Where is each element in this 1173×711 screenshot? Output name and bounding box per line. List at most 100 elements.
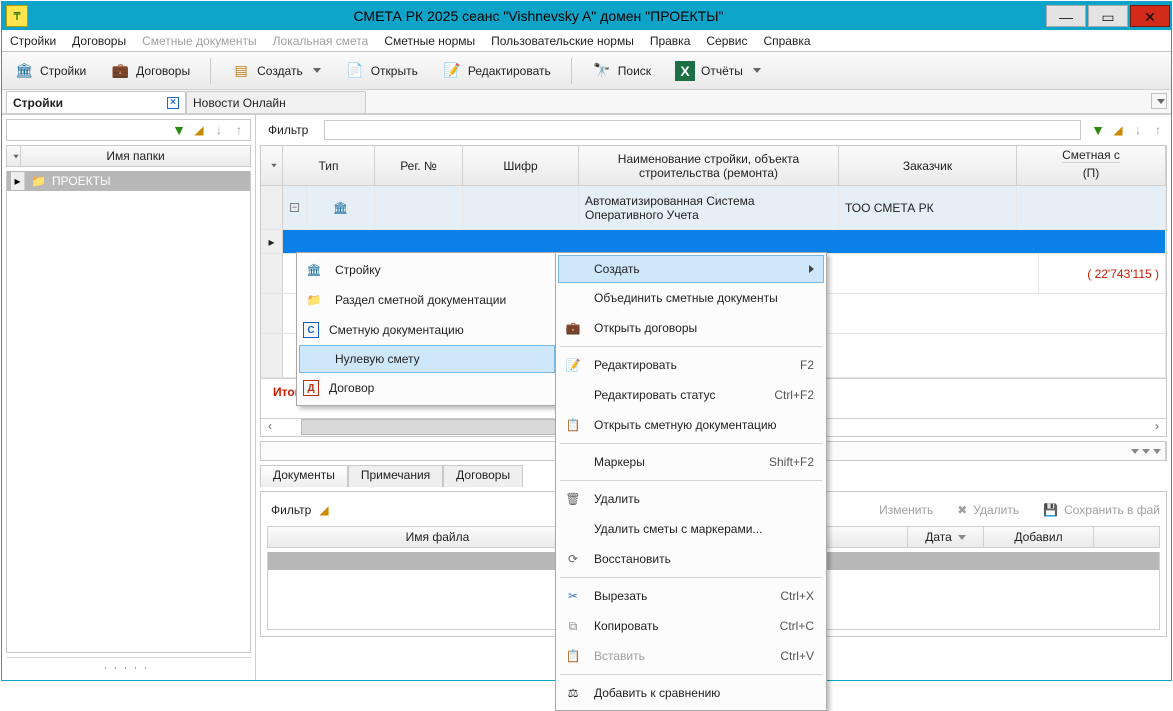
row-selector[interactable] xyxy=(7,146,21,166)
menu-servis[interactable]: Сервис xyxy=(706,34,747,48)
col-customer[interactable]: Заказчик xyxy=(839,146,1017,186)
sort-desc-icon xyxy=(958,535,966,540)
tb-edit[interactable]: 📝Редактировать xyxy=(438,59,555,83)
col-name[interactable]: Наименование стройки, объекта строительс… xyxy=(579,146,839,186)
row-indicator xyxy=(261,334,283,377)
chevron-down-icon xyxy=(13,154,19,158)
tb-stroyki[interactable]: 🏛Стройки xyxy=(10,59,90,83)
col-added-by[interactable]: Добавил xyxy=(984,527,1094,547)
folder-pane: ▼ ◢ ↓ ↑ Имя папки ▸ 📁 ПРОЕКТЫ ····· xyxy=(2,115,256,680)
mi-stroyku[interactable]: 🏛Стройку xyxy=(299,255,555,285)
building-icon: 🏛 xyxy=(14,61,34,81)
menu-spravka[interactable]: Справка xyxy=(763,34,810,48)
tab-dropdown[interactable] xyxy=(1151,93,1167,109)
mi-razdel[interactable]: 📁Раздел сметной документации xyxy=(299,285,555,315)
excel-icon: X xyxy=(675,61,695,81)
funnel-icon[interactable]: ▼ xyxy=(170,121,188,139)
menu-pravka[interactable]: Правка xyxy=(650,34,691,48)
tb-reports[interactable]: XОтчёты xyxy=(671,59,765,83)
briefcase-icon: 💼 xyxy=(562,317,584,339)
tab-news[interactable]: Новости Онлайн xyxy=(186,91,366,113)
minimize-button[interactable]: — xyxy=(1046,5,1086,27)
table-row[interactable]: ▸ xyxy=(261,230,1166,254)
mi-copy[interactable]: ⧉КопироватьCtrl+C xyxy=(558,611,824,641)
brush-icon[interactable]: ◢ xyxy=(190,121,208,139)
action-delete[interactable]: ✖Удалить xyxy=(957,503,1019,517)
splitter[interactable]: ····· xyxy=(6,657,251,676)
context-menu-main: Создать Объединить сметные документы 💼От… xyxy=(555,252,827,711)
folder-column-header[interactable]: Имя папки xyxy=(6,145,251,167)
mi-create[interactable]: Создать xyxy=(558,255,824,283)
edit-icon: 📝 xyxy=(442,61,462,81)
action-save[interactable]: 💾Сохранить в фай xyxy=(1043,503,1160,517)
mi-compare[interactable]: ⚖Добавить к сравнению xyxy=(558,678,824,708)
mi-dogovor[interactable]: ДДоговор xyxy=(299,373,555,403)
folder-label: ПРОЕКТЫ xyxy=(52,174,111,188)
bottom-filter-input[interactable]: ◢ xyxy=(319,503,332,517)
app-icon: ₸ xyxy=(6,5,28,27)
arrow-up-icon[interactable]: ↑ xyxy=(230,121,248,139)
cell-name: Автоматизированная Система Оперативного … xyxy=(579,186,839,229)
brush-icon[interactable]: ◢ xyxy=(319,503,328,517)
doc-c-icon: С xyxy=(303,322,319,338)
col-type[interactable]: Тип xyxy=(283,146,375,186)
mi-open-contracts[interactable]: 💼Открыть договоры xyxy=(558,313,824,343)
tab-notes[interactable]: Примечания xyxy=(348,465,443,487)
separator xyxy=(210,58,211,84)
mi-paste[interactable]: 📋ВставитьCtrl+V xyxy=(558,641,824,671)
menu-lokalnaya-smeta[interactable]: Локальная смета xyxy=(273,34,369,48)
filter-input[interactable] xyxy=(324,120,1081,140)
chevron-down-icon xyxy=(753,68,761,73)
summary-dropdown-1[interactable] xyxy=(261,442,591,460)
menu-stroyki[interactable]: Стройки xyxy=(10,34,56,48)
table-row[interactable]: − 🏛 Автоматизированная Система Оперативн… xyxy=(261,186,1166,230)
mi-cut[interactable]: ✂ВырезатьCtrl+X xyxy=(558,581,824,611)
tb-open[interactable]: 📄Открыть xyxy=(341,59,422,83)
menu-smetnye-dokumenty[interactable]: Сметные документы xyxy=(142,34,257,48)
tb-search[interactable]: 🔭Поиск xyxy=(588,59,655,83)
tree-row[interactable]: ▸ 📁 ПРОЕКТЫ xyxy=(7,171,250,191)
arrow-down-icon[interactable]: ↓ xyxy=(210,121,228,139)
brush-icon[interactable]: ◢ xyxy=(1109,121,1127,139)
mi-smetnuyu[interactable]: ССметную документацию xyxy=(299,315,555,345)
col-date[interactable]: Дата xyxy=(908,527,984,547)
collapse-icon[interactable]: − xyxy=(290,203,299,212)
grid-filter-bar: Фильтр ▼ ◢ ↓ ↑ xyxy=(260,119,1167,141)
folder-tree[interactable]: ▸ 📁 ПРОЕКТЫ xyxy=(6,171,251,653)
row-selector-header[interactable] xyxy=(261,146,283,186)
mi-markers[interactable]: МаркерыShift+F2 xyxy=(558,447,824,477)
new-icon: ▤ xyxy=(231,61,251,81)
tab-label: Стройки xyxy=(13,96,63,110)
arrow-up-icon[interactable]: ↑ xyxy=(1149,121,1167,139)
delete-icon: ✖ xyxy=(957,503,967,517)
mi-delete-marked[interactable]: Удалить сметы с маркерами... xyxy=(558,514,824,544)
mi-nulevuyu[interactable]: Нулевую смету xyxy=(299,345,555,373)
tab-documents[interactable]: Документы xyxy=(260,465,348,487)
menu-dogovory[interactable]: Договоры xyxy=(72,34,126,48)
close-button[interactable]: ✕ xyxy=(1130,5,1170,27)
mi-edit[interactable]: 📝РедактироватьF2 xyxy=(558,350,824,380)
trash-icon: 🗑 xyxy=(562,488,584,510)
tab-contracts[interactable]: Договоры xyxy=(443,465,523,487)
paste-icon: 📋 xyxy=(562,645,584,667)
menu-smetnye-normy[interactable]: Сметные нормы xyxy=(384,34,475,48)
arrow-down-icon[interactable]: ↓ xyxy=(1129,121,1147,139)
col-code[interactable]: Шифр xyxy=(463,146,579,186)
tb-dogovory[interactable]: 💼Договоры xyxy=(106,59,194,83)
mi-edit-status[interactable]: Редактировать статусCtrl+F2 xyxy=(558,380,824,410)
funnel-icon[interactable]: ▼ xyxy=(1089,121,1107,139)
mi-restore[interactable]: ⟳Восстановить xyxy=(558,544,824,574)
col-smeta[interactable]: Сметная с (П) xyxy=(1017,146,1166,186)
menu-user-normy[interactable]: Пользовательские нормы xyxy=(491,34,634,48)
maximize-button[interactable]: ▭ xyxy=(1088,5,1128,27)
mi-delete[interactable]: 🗑Удалить xyxy=(558,484,824,514)
tb-create[interactable]: ▤Создать xyxy=(227,59,325,83)
mi-merge[interactable]: Объединить сметные документы xyxy=(558,283,824,313)
col-reg[interactable]: Рег. № xyxy=(375,146,463,186)
blank-icon xyxy=(303,348,325,370)
action-izmenit[interactable]: Изменить xyxy=(879,503,933,517)
restore-icon: ⟳ xyxy=(562,548,584,570)
tab-stroyki[interactable]: Стройки × xyxy=(6,91,186,113)
mi-open-docs[interactable]: 📋Открыть сметную документацию xyxy=(558,410,824,440)
tab-close-icon[interactable]: × xyxy=(167,97,179,109)
